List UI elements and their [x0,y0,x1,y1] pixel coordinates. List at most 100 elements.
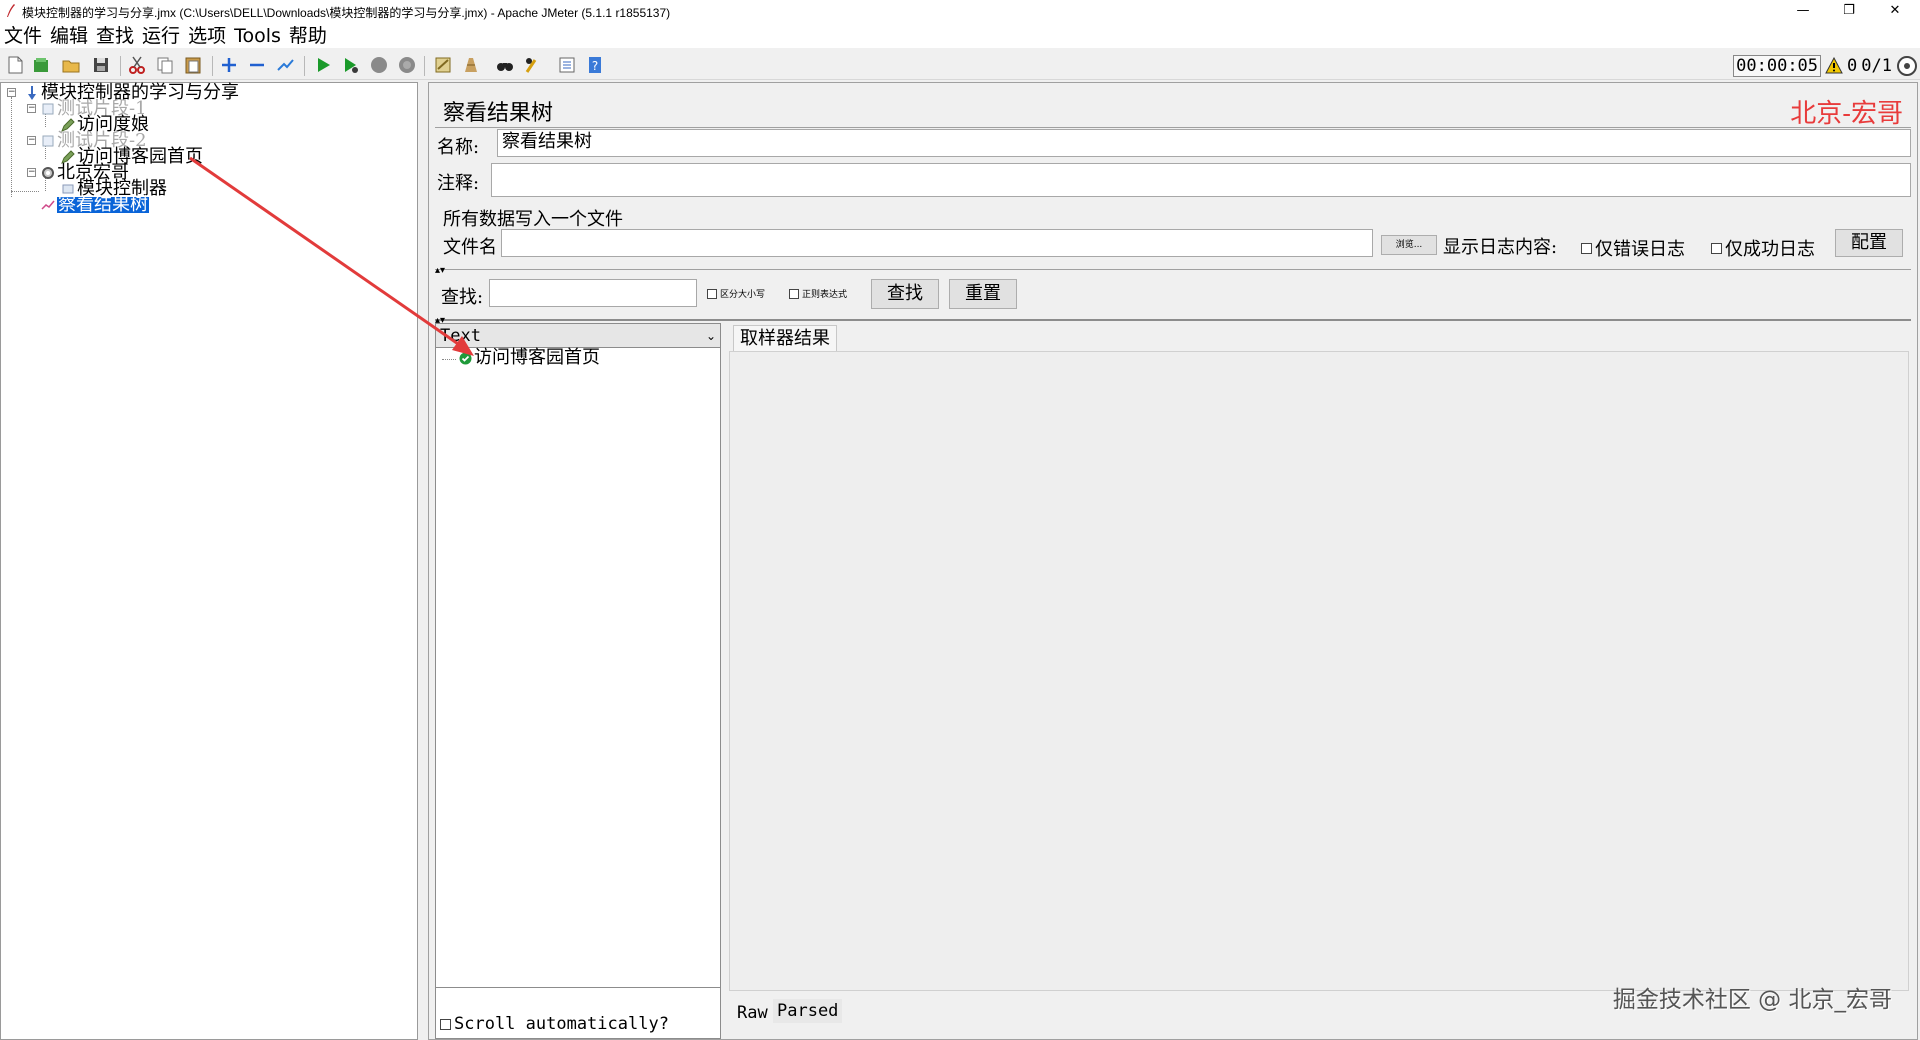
tree-guide-line [11,191,39,192]
success-only-checkbox[interactable]: 仅成功日志 [1711,235,1815,261]
errors-only-label: 仅错误日志 [1595,239,1685,260]
test-fragment-icon [41,134,55,148]
brand-watermark: 北京-宏哥 [1790,99,1903,129]
listener-chart-icon [41,198,55,212]
stop-icon[interactable] [368,54,390,76]
function-helper-icon[interactable] [556,54,578,76]
svg-text:?: ? [592,59,598,73]
file-name-field[interactable] [501,229,1373,257]
errors-only-checkbox[interactable]: 仅错误日志 [1581,235,1685,261]
regex-label: 正则表达式 [802,290,848,300]
clear-all-icon[interactable] [460,54,482,76]
tree-node-view-results-tree[interactable]: 察看结果树 [41,194,149,215]
thread-group-gear-icon [41,166,55,180]
menu-help[interactable]: 帮助 [285,24,331,48]
cut-icon[interactable] [126,54,148,76]
copy-icon[interactable] [154,54,176,76]
expand-all-icon[interactable] [218,54,240,76]
warning-count: 0 [1847,56,1858,76]
find-button[interactable]: 查找 [871,279,939,309]
checkbox-box [707,288,717,299]
start-icon[interactable] [312,54,334,76]
test-plan-icon [25,86,39,100]
shutdown-icon[interactable] [396,54,418,76]
tab-raw[interactable]: Raw [733,1001,772,1025]
thread-count: 0/1 [1861,56,1892,76]
result-item-label: 访问博客园首页 [474,347,600,368]
menu-search[interactable]: 查找 [92,24,138,48]
test-plan-tree[interactable]: − 模块控制器的学习与分享 − 测试片段-1 访问度娘 − 测试片段-2 访问博… [0,82,418,1040]
scroll-automatically-checkbox[interactable]: Scroll automatically? [440,1014,669,1034]
menu-options[interactable]: 选项 [184,24,230,48]
log-display-label: 显示日志内容: [1443,237,1558,258]
result-item[interactable]: 访问博客园首页 [458,347,600,368]
checkbox-box [1711,242,1722,254]
search-label: 查找: [441,287,484,308]
start-no-pauses-icon[interactable] [340,54,362,76]
toolbar-separator [212,56,213,76]
tree-expander[interactable]: − [27,168,36,177]
scroll-automatically-label: Scroll automatically? [454,1014,669,1034]
templates-icon[interactable] [30,54,52,76]
menu-bar: 文件 编辑 查找 运行 选项 Tools 帮助 [0,24,1920,48]
reset-button[interactable]: 重置 [949,279,1017,309]
chevron-down-icon: ⌄ [705,329,716,343]
tab-sampler-result[interactable]: 取样器结果 [733,325,837,352]
divider [435,319,1911,321]
renderer-select[interactable]: Text ⌄ [436,324,720,348]
jmeter-feather-icon [7,4,15,17]
checkbox-box [789,288,799,299]
help-icon[interactable]: ? [584,54,606,76]
tree-node-label: 察看结果树 [57,194,149,215]
toolbar-separator [120,56,121,76]
menu-file[interactable]: 文件 [0,24,46,48]
clear-icon[interactable] [432,54,454,76]
run-status: 00:00:05 0 0/1 [1733,54,1918,78]
menu-tools[interactable]: Tools [230,24,285,48]
open-icon[interactable] [60,54,82,76]
tree-expander[interactable]: − [27,104,36,113]
result-tree[interactable]: 访问博客园首页 [436,348,720,988]
sampler-result-content [729,351,1909,991]
title-bar: 模块控制器的学习与分享.jmx (C:\Users\DELL\Downloads… [0,0,1920,24]
search-input[interactable] [489,279,697,307]
success-only-label: 仅成功日志 [1725,239,1815,260]
tab-parsed[interactable]: Parsed [773,999,843,1023]
case-sensitive-checkbox[interactable]: 区分大小写 [707,287,765,300]
name-field[interactable]: 察看结果树 [497,129,1911,157]
warning-icon[interactable] [1825,57,1843,75]
minimize-button[interactable]: — [1780,0,1826,24]
menu-run[interactable]: 运行 [138,24,184,48]
collapse-all-icon[interactable] [246,54,268,76]
footer-watermark: 掘金技术社区 @ 北京_宏哥 [1612,987,1892,1013]
menu-edit[interactable]: 编辑 [46,24,92,48]
comment-field[interactable] [491,163,1911,197]
browse-button[interactable]: 浏览... [1381,235,1437,255]
checkbox-box [440,1018,451,1030]
tree-guide-line [11,97,12,197]
window-title: 模块控制器的学习与分享.jmx (C:\Users\DELL\Downloads… [22,6,671,20]
success-check-icon [458,351,472,365]
comment-label: 注释: [437,173,480,194]
reset-search-icon[interactable] [522,54,544,76]
renderer-value: Text [440,326,481,346]
search-icon[interactable] [494,54,516,76]
view-results-tree-panel: 察看结果树 北京-宏哥 名称: 察看结果树 注释: 所有数据写入一个文件 文件名… [420,82,1920,1040]
write-results-title: 所有数据写入一个文件 [443,209,623,230]
result-list-pane: Text ⌄ 访问博客园首页 Scroll automatically? [435,323,721,1039]
test-fragment-icon [41,102,55,116]
elapsed-timer: 00:00:05 [1733,55,1822,77]
tree-expander[interactable]: − [7,88,16,97]
split-handle-icon[interactable]: ▴▾ [435,266,445,276]
tree-expander[interactable]: − [27,136,36,145]
name-label: 名称: [437,137,480,158]
new-icon[interactable] [4,54,26,76]
checkbox-box [1581,242,1592,254]
paste-icon[interactable] [182,54,204,76]
regex-checkbox[interactable]: 正则表达式 [789,287,847,300]
save-icon[interactable] [90,54,112,76]
close-button[interactable]: ✕ [1872,0,1918,24]
configure-button[interactable]: 配置 [1835,229,1903,257]
maximize-button[interactable]: ❐ [1826,0,1872,24]
toggle-icon[interactable] [274,54,296,76]
